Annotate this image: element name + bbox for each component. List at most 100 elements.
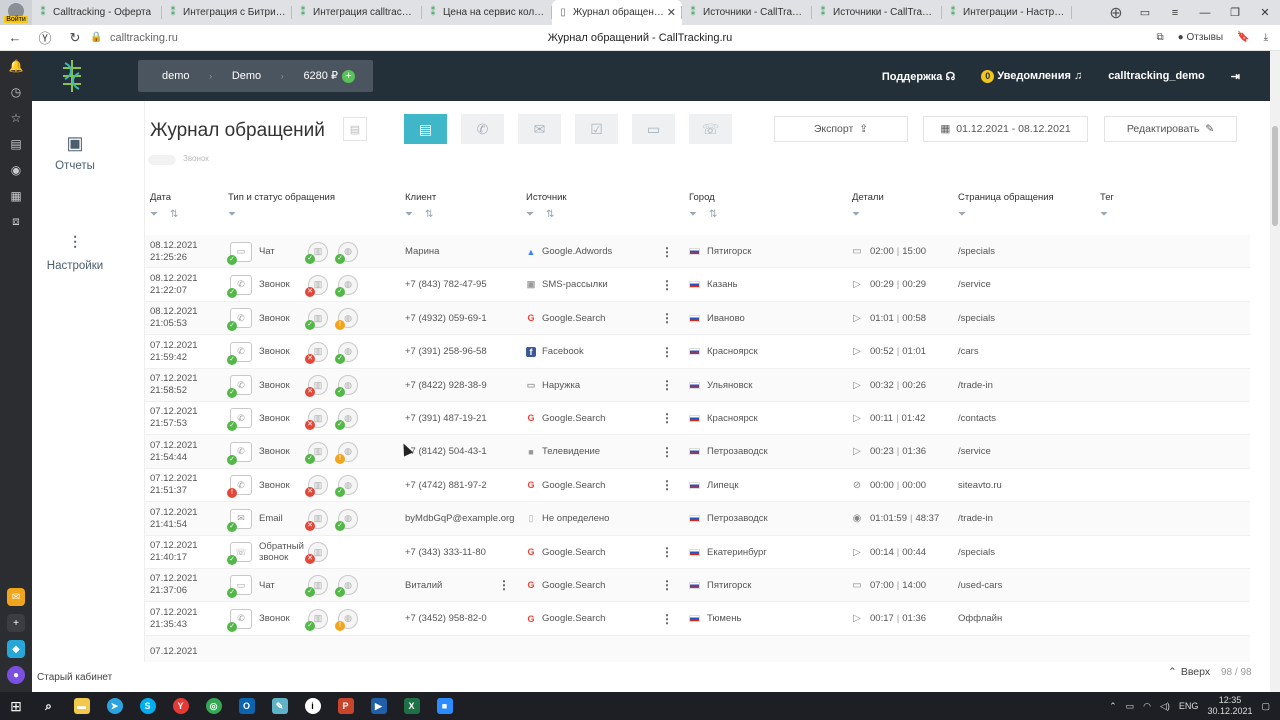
volume-icon[interactable]: ◁) (1160, 701, 1170, 712)
play-icon[interactable]: ▷ (852, 446, 862, 457)
details-cell[interactable]: ▷ 00:23 | 01:36 (852, 435, 926, 468)
client-cell[interactable]: +7 (8422) 928-38-9 (405, 369, 487, 402)
play-icon[interactable]: ▷ (852, 346, 862, 357)
zen-icon[interactable]: ◉ (8, 161, 24, 178)
page-cell[interactable]: /service (958, 268, 991, 301)
browser-tab[interactable]: ⁑ Источники - CallTracking (812, 0, 942, 25)
edit-button[interactable]: Редактировать ✎ (1104, 116, 1237, 142)
logout-icon[interactable]: ⇥ (1231, 70, 1240, 83)
table-row[interactable]: 08.12.2021 21:25:26 ▭ ✓ Чат ▥ ✓ ◍ ✓ Марина ▲ Google… (145, 235, 1250, 269)
search-icon[interactable]: ⌕ (32, 692, 65, 720)
notifications-link[interactable]: 0 Уведомления ♫ (981, 69, 1082, 83)
telegram-icon[interactable]: ➤ (98, 692, 131, 720)
page-cell[interactable]: /cars (958, 335, 979, 368)
client-cell[interactable]: byMdbGqP@example.org (405, 502, 514, 535)
row-menu-icon[interactable]: ⋮ (661, 335, 673, 368)
page-cell[interactable]: /contacts (958, 402, 996, 435)
page-cell[interactable]: /trade-in (958, 369, 993, 402)
reviews-button[interactable]: ● Отзывы (1178, 32, 1223, 43)
browser-tab[interactable]: ⁑ Цена на сервис коллтрек (422, 0, 552, 25)
filter-callback-button[interactable]: ☏ (689, 114, 732, 144)
client-cell[interactable]: Марина (405, 235, 439, 268)
wifi-icon[interactable]: ◠ (1143, 701, 1151, 712)
table-row[interactable]: 07.12.2021 21:54:44 ✆ ✓ Звонок ▥ ✓ ◍! +7 (8142) … (145, 435, 1250, 469)
row-menu-icon[interactable]: ⋮ (661, 268, 673, 301)
details-cell[interactable]: ◉ 01:01:59 | 48:37 (852, 502, 940, 535)
new-tab-icon[interactable]: ⊕ (1102, 0, 1130, 25)
browser-tab[interactable]: ⁑ Интеграция с Битрикс 24 (162, 0, 292, 25)
history-icon[interactable]: ◷ (8, 83, 24, 100)
yandex-browser-icon[interactable]: Y (164, 692, 197, 720)
user-menu[interactable]: calltracking_demo (1108, 70, 1205, 82)
excel-icon[interactable]: X (395, 692, 428, 720)
table-row[interactable]: 07.12.2021 21:37:06 ▭ ✓ Чат ▥ ✓ ◍ ✓ Виталий ⋮ G Goog… (145, 568, 1250, 603)
filter-icon[interactable]: ⏷ (958, 209, 966, 220)
info-icon[interactable]: i (296, 692, 329, 720)
row-menu-icon[interactable]: ⋮ (661, 235, 673, 268)
details-cell[interactable]: ▷ 00:17 | 01:36 (852, 602, 926, 635)
table-row[interactable]: 08.12.2021 21:05:53 ✆ ✓ Звонок ▥ ✓ ◍! +7 (4932) … (145, 301, 1250, 336)
table-row[interactable]: 07.12.2021 21:58:52 ✆ ✓ Звонок ▥ ✕ ◍ ✓ +7 (8422) … (145, 368, 1250, 402)
minimize-icon[interactable]: — (1190, 7, 1220, 19)
details-cell[interactable]: ▷ 00:14 | 00:44 (852, 536, 926, 569)
outlook-icon[interactable]: O (230, 692, 263, 720)
filter-icon[interactable]: ⏷ (228, 209, 236, 220)
play-icon[interactable]: ▷ (852, 413, 862, 424)
star-icon[interactable]: ☆ (8, 109, 24, 126)
screenshot-icon[interactable]: ⧈ (8, 213, 24, 230)
details-cell[interactable]: ⊘ 00:00 | 00:00 (852, 469, 926, 502)
powerpoint-icon[interactable]: P (329, 692, 362, 720)
account-balance-panel[interactable]: demo › Demo › 6280 ₽ + (138, 60, 373, 92)
project-name[interactable]: Demo (232, 70, 261, 82)
page-cell[interactable]: /specials (958, 536, 995, 569)
client-cell[interactable]: +7 (4742) 881-97-2 (405, 469, 487, 502)
scrollbar-thumb[interactable] (1272, 126, 1278, 226)
page-scrollbar[interactable] (1270, 51, 1280, 692)
client-menu-icon[interactable]: ⋮ (498, 569, 510, 602)
collections-icon[interactable]: ▤ (8, 135, 24, 152)
chrome-icon[interactable]: ◎ (197, 692, 230, 720)
export-button[interactable]: Экспорт ⇪ (774, 116, 908, 142)
messenger-icon[interactable]: ◆ (7, 640, 25, 658)
restore-icon[interactable]: ❐ (1220, 6, 1250, 19)
notification-center-icon[interactable]: ▢ (1261, 701, 1270, 712)
client-cell[interactable]: +7 (391) 487-19-21 (405, 402, 487, 435)
explorer-icon[interactable]: ▬ (65, 692, 98, 720)
play-icon[interactable]: ▷ (852, 279, 862, 290)
page-cell[interactable]: /used-cars (958, 569, 1002, 602)
tray-chevron-icon[interactable]: ⌃ (1109, 701, 1117, 712)
old-cabinet-link[interactable]: Старый кабинет (32, 662, 152, 692)
sort-icon[interactable]: ⇅ (170, 209, 178, 220)
close-tab-icon[interactable]: ✕ (667, 6, 676, 19)
table-row[interactable]: 07.12.2021 21:41:54 ✉ ✓ Email ▥ ✕ ◍ ✓ byMdbGqP@ex… (145, 502, 1250, 536)
page-cell[interactable]: /specials (958, 235, 995, 268)
row-menu-icon[interactable]: ⋮ (661, 402, 673, 435)
alice-icon[interactable]: ● (7, 666, 25, 684)
calltracking-logo[interactable] (32, 51, 112, 101)
save-icon[interactable]: ▤ (343, 117, 367, 141)
details-cell[interactable]: ▷ 00:11 | 01:42 (852, 402, 925, 435)
filter-forms-button[interactable]: ☑ (575, 114, 618, 144)
date-range-button[interactable]: ▦ 01.12.2021 - 08.12.2021 (923, 116, 1088, 142)
page-cell[interactable]: /trade-in (958, 502, 993, 535)
table-row[interactable]: 08.12.2021 21:22:07 ✆ ✓ Звонок ▥ ✕ ◍ ✓ +7 (843) 7… (145, 268, 1250, 302)
browser-tab[interactable]: ⁑ Интеграции - Настройки (942, 0, 1072, 25)
browser-tab[interactable]: ▯ Журнал обращений - ✕ (552, 0, 682, 25)
filter-chat-button[interactable]: ▭ (632, 114, 675, 144)
filter-icon[interactable]: ⏷ (405, 209, 413, 220)
filter-email-button[interactable]: ✉ (518, 114, 561, 144)
table-row[interactable]: 07.12.2021 21:51:37 ✆! Звонок ▥ ✕ ◍ ✓ +7 (4742) … (145, 469, 1250, 503)
windows-start-icon[interactable]: ⊞ (0, 698, 32, 715)
support-link[interactable]: Поддержка ☊ (882, 70, 955, 83)
table-row[interactable]: 07.12.2021 21:35:43 ✆ ✓ Звонок ▥ ✓ ◍! +7 (3452) … (145, 602, 1250, 636)
media-icon[interactable]: ▶ (362, 692, 395, 720)
client-cell[interactable]: +7 (343) 333-11-80 (405, 536, 486, 569)
details-cell[interactable]: ▷ 00:52 | 01:01 (852, 335, 926, 368)
play-icon[interactable]: ▷ (852, 380, 862, 391)
bell-icon[interactable]: 🔔 (8, 57, 24, 74)
row-menu-icon[interactable]: ⋮ (661, 569, 673, 602)
system-clock[interactable]: 12:35 30.12.2021 (1207, 695, 1252, 717)
menu-icon[interactable]: ≡ (1160, 7, 1190, 19)
blocked-icon[interactable]: ⊘ (852, 480, 862, 491)
client-cell[interactable]: +7 (391) 258-96-58 (405, 335, 487, 368)
